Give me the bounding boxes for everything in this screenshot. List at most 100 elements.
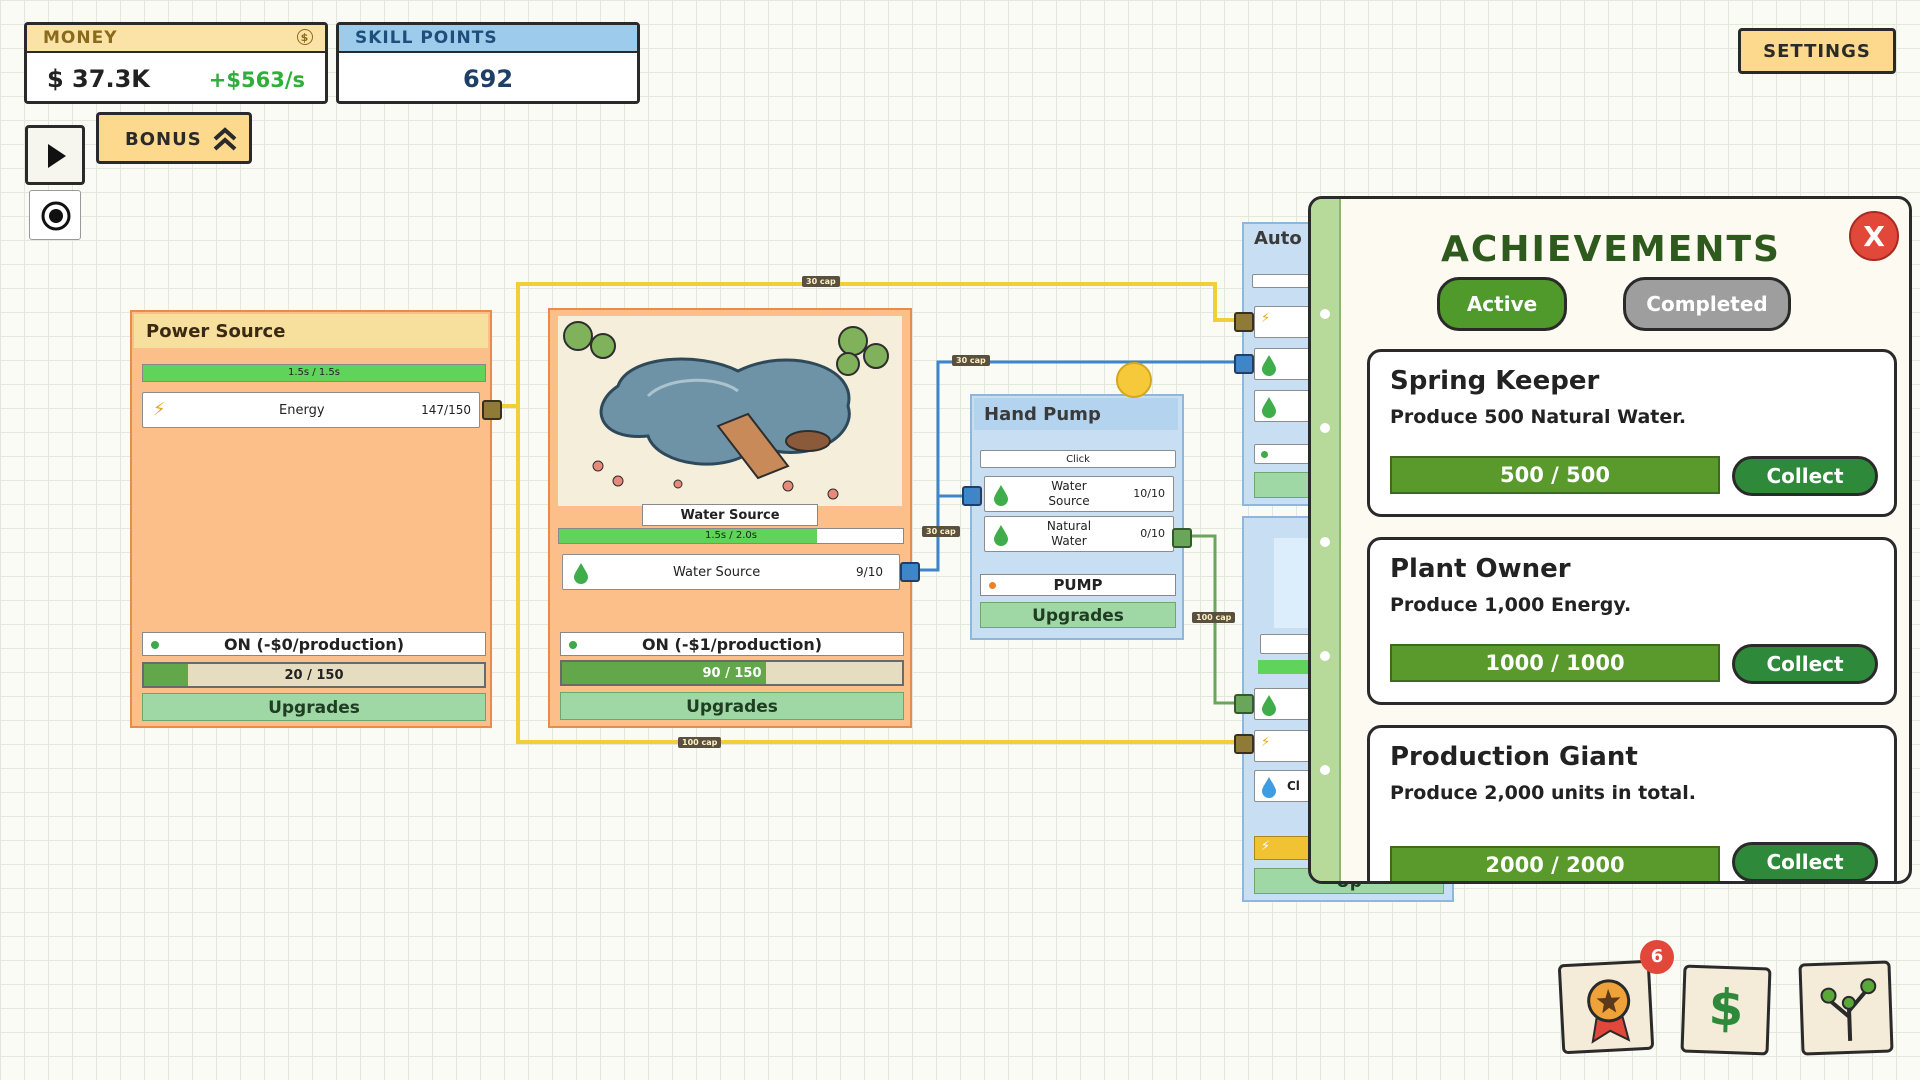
skill-tree-icon	[1820, 978, 1877, 1041]
skill-points-value: 692	[462, 65, 514, 93]
skill-points-body: 692	[339, 51, 637, 101]
cap-tag-right: 100 cap	[1192, 612, 1236, 623]
power-upgrades-button[interactable]: Upgrades	[142, 693, 486, 721]
play-button[interactable]	[25, 125, 85, 185]
achievement-item: Spring Keeper Produce 500 Natural Water.…	[1367, 349, 1897, 517]
auto-energy-port[interactable]	[1234, 312, 1254, 332]
achievement-name: Plant Owner	[1390, 554, 1571, 584]
achievement-item: Production Giant Produce 2,000 units in …	[1367, 725, 1897, 881]
close-icon: X	[1863, 220, 1885, 253]
skill-points-label: SKILL POINTS	[355, 28, 498, 48]
power-source-card[interactable]: Power Source 1.5s / 1.5s ⚡ Energy 147/15…	[130, 310, 502, 728]
record-icon	[41, 201, 71, 231]
water-upgrades-button[interactable]: Upgrades	[560, 692, 904, 720]
lightning-icon: ⚡	[1261, 839, 1271, 854]
achievements-panel[interactable]: ACHIEVEMENTS X Active Completed Spring K…	[1308, 196, 1912, 884]
achievement-desc: Produce 500 Natural Water.	[1390, 406, 1687, 428]
drop-icon	[994, 485, 1008, 506]
money-rate: +$563/s	[208, 68, 305, 92]
auto-water-port[interactable]	[1234, 354, 1254, 374]
auto-b-energy-port[interactable]	[1234, 734, 1254, 754]
pump-output-port[interactable]	[1172, 528, 1192, 548]
achievement-progress-bar: 500 / 500	[1390, 456, 1720, 494]
settings-button[interactable]: SETTINGS	[1738, 28, 1896, 74]
lightning-icon: ⚡	[1261, 311, 1271, 326]
lightning-icon: ⚡	[1261, 735, 1271, 750]
blue-drop-icon	[1262, 777, 1276, 798]
pump-action-button[interactable]: PUMP	[980, 574, 1176, 596]
pump-input-count: 10/10	[1133, 487, 1165, 500]
power-storage-bar: 20 / 150	[142, 662, 486, 688]
achievement-desc: Produce 1,000 Energy.	[1390, 594, 1632, 616]
money-label: MONEY	[43, 28, 118, 48]
pump-input-port[interactable]	[962, 486, 982, 506]
skill-points-header: SKILL POINTS	[339, 25, 637, 51]
auto-b-water-port[interactable]	[1234, 694, 1254, 714]
power-storage-text: 20 / 150	[284, 668, 344, 683]
cap-tag-bottom: 100 cap	[678, 737, 722, 748]
power-output-port[interactable]	[482, 400, 502, 420]
money-value: $ 37.3K	[47, 65, 150, 93]
water-storage-bar: 90 / 150	[560, 660, 904, 686]
water-output-port[interactable]	[900, 562, 920, 582]
achievement-desc: Produce 2,000 units in total.	[1390, 782, 1696, 804]
power-timer-bar: 1.5s / 1.5s	[142, 364, 486, 382]
energy-label: Energy	[279, 403, 325, 418]
pump-upgrades-button[interactable]: Upgrades	[980, 602, 1176, 628]
lightning-icon: ⚡	[153, 399, 166, 420]
achievement-progress-bar: 2000 / 2000	[1390, 846, 1720, 881]
cap-tag-top: 30 cap	[802, 276, 840, 287]
status-dot	[1261, 451, 1268, 458]
binder-hole	[1320, 765, 1330, 775]
achievements-title: ACHIEVEMENTS	[1441, 229, 1781, 270]
status-dot	[989, 582, 996, 589]
water-timer-text: 1.5s / 2.0s	[705, 530, 757, 541]
cap-tag-mid2: 30 cap	[922, 526, 960, 537]
panel-spine	[1311, 199, 1341, 881]
bonus-button[interactable]: BONUS	[96, 112, 252, 164]
collect-button[interactable]: Collect	[1732, 644, 1878, 684]
water-source-row: Water Source 9/10	[562, 554, 900, 590]
money-body: $ 37.3K +$563/s	[27, 51, 325, 101]
water-source-label: Water Source	[673, 565, 761, 580]
hand-pump-card[interactable]: Hand Pump Click Water Source 10/10 Natur…	[962, 362, 1192, 640]
achievement-name: Production Giant	[1390, 742, 1638, 772]
collect-button[interactable]: Collect	[1732, 842, 1878, 881]
skill-points-panel: SKILL POINTS 692	[336, 22, 640, 104]
water-status-text: ON (-$1/production)	[641, 635, 823, 654]
shop-dock-button[interactable]: $	[1680, 964, 1772, 1056]
power-source-header: Power Source	[134, 314, 488, 348]
drop-icon	[1262, 397, 1276, 418]
pump-click-bar[interactable]: Click	[980, 450, 1176, 468]
binder-hole	[1320, 423, 1330, 433]
energy-row: ⚡ Energy 147/150	[142, 392, 480, 428]
status-dot	[151, 641, 159, 649]
achievements-dock-button[interactable]	[1557, 959, 1655, 1055]
coin-icon: $	[297, 29, 313, 45]
collect-button[interactable]: Collect	[1732, 456, 1878, 496]
pump-input-label: Water Source	[1048, 479, 1090, 508]
tab-completed[interactable]: Completed	[1623, 277, 1791, 331]
settings-label: SETTINGS	[1763, 41, 1871, 62]
skill-tree-dock-button[interactable]	[1798, 960, 1894, 1056]
energy-count: 147/150	[421, 403, 471, 417]
record-button[interactable]	[29, 190, 81, 240]
drop-icon	[574, 563, 588, 584]
hand-pump-header: Hand Pump	[974, 398, 1178, 430]
power-timer-text: 1.5s / 1.5s	[288, 367, 340, 378]
auto-b-click-label: Cl	[1287, 779, 1300, 793]
close-button[interactable]: X	[1849, 211, 1899, 261]
drop-icon	[1262, 355, 1276, 376]
pump-output-count: 0/10	[1140, 527, 1165, 540]
power-source-title: Power Source	[146, 321, 286, 342]
pond-label: Water Source	[642, 504, 818, 526]
water-source-card[interactable]: Water Source 1.5s / 2.0s Water Source 9/…	[548, 308, 920, 728]
dollar-icon: $	[1707, 978, 1745, 1038]
tab-active[interactable]: Active	[1437, 277, 1567, 331]
sun-coin-icon[interactable]	[1116, 362, 1152, 398]
pump-input-row: Water Source 10/10	[984, 476, 1174, 512]
water-storage-text: 90 / 150	[702, 666, 762, 681]
power-status-toggle[interactable]: ON (-$0/production)	[142, 632, 486, 656]
water-status-toggle[interactable]: ON (-$1/production)	[560, 632, 904, 656]
auto-card-title: Auto	[1254, 228, 1302, 249]
